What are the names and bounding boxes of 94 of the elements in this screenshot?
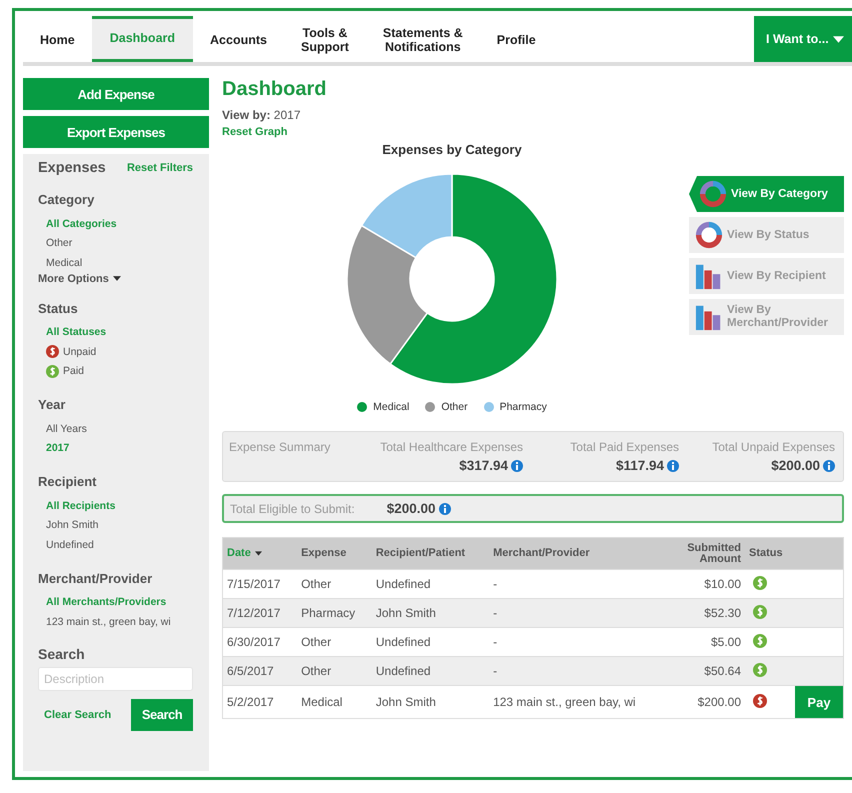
table-cell: $50.64 bbox=[670, 656, 745, 686]
column-header: Status bbox=[745, 538, 793, 570]
nav-tab[interactable]: Profile bbox=[480, 16, 553, 62]
column-header: Merchant/Provider bbox=[489, 538, 671, 570]
filter-option[interactable]: All Statuses bbox=[38, 322, 193, 342]
action-button[interactable]: Export Expenses bbox=[23, 116, 209, 148]
table-cell: 6/5/2017 bbox=[222, 656, 298, 686]
dollar-icon bbox=[753, 604, 767, 618]
legend-label: Pharmacy bbox=[500, 401, 547, 413]
info-icon[interactable] bbox=[511, 460, 523, 472]
bar-chart-icon bbox=[695, 303, 723, 331]
pay-button[interactable]: Pay bbox=[795, 686, 843, 718]
dollar-icon bbox=[46, 345, 59, 358]
column-header: Expense bbox=[297, 538, 372, 570]
table-cell: Pharmacy bbox=[297, 598, 372, 628]
filter-option[interactable]: All Years bbox=[38, 419, 193, 438]
clear-search-link[interactable]: Clear Search bbox=[44, 708, 112, 720]
more-options-link[interactable]: More Options bbox=[38, 272, 193, 284]
dollar-icon bbox=[753, 694, 767, 708]
sort-header[interactable]: Date bbox=[222, 538, 298, 570]
summary-label: Total Healthcare Expenses bbox=[380, 440, 523, 454]
chart-title: Expenses by Category bbox=[382, 142, 522, 157]
table-cell: John Smith bbox=[372, 686, 490, 718]
caret-icon bbox=[832, 36, 844, 42]
view-option[interactable]: View By Category bbox=[689, 176, 844, 212]
dollar-icon bbox=[46, 364, 59, 378]
dollar-icon bbox=[753, 634, 767, 648]
page-title: Dashboard bbox=[222, 78, 326, 101]
table-cell: - bbox=[489, 598, 671, 628]
view-by-text: View by: 2017 bbox=[222, 108, 300, 122]
info-icon[interactable] bbox=[438, 502, 451, 514]
table-cell: Other bbox=[297, 656, 372, 686]
info-icon[interactable] bbox=[667, 460, 679, 472]
filter-option[interactable]: Unpaid bbox=[38, 342, 193, 362]
table-cell: 5/2/2017 bbox=[222, 686, 298, 718]
column-header: Recipient/Patient bbox=[372, 538, 490, 570]
legend-label: Other bbox=[441, 401, 468, 413]
filter-option[interactable]: Undefined bbox=[38, 535, 193, 554]
filter-option[interactable]: John Smith bbox=[38, 516, 193, 535]
summary-title: Expense Summary bbox=[229, 440, 332, 456]
view-option[interactable]: View By Status bbox=[689, 217, 844, 253]
table-cell: $200.00 bbox=[670, 686, 745, 718]
table-cell: Undefined bbox=[372, 656, 490, 686]
donut-icon bbox=[699, 180, 727, 208]
filter-option[interactable]: 123 main st., green bay, wi bbox=[38, 612, 193, 632]
summary-label: Total Paid Expenses bbox=[570, 440, 679, 454]
info-icon[interactable] bbox=[823, 460, 835, 472]
summary-value: $200.00 bbox=[771, 458, 820, 473]
caret-icon bbox=[254, 551, 262, 556]
bar-chart-icon bbox=[695, 262, 723, 290]
summary-value: $317.94 bbox=[459, 458, 508, 473]
search-button[interactable]: Search bbox=[131, 698, 193, 730]
table-cell: 7/12/2017 bbox=[222, 598, 298, 628]
table-cell: John Smith bbox=[372, 598, 490, 628]
search-heading: Search bbox=[38, 646, 86, 662]
nav-tab[interactable]: Accounts bbox=[193, 16, 284, 62]
nav-tab[interactable]: Home bbox=[23, 16, 92, 62]
filter-option[interactable]: Medical bbox=[38, 253, 193, 272]
caret-icon bbox=[112, 276, 121, 281]
nav-tab[interactable]: Tools & Support bbox=[284, 16, 366, 62]
filter-option[interactable]: All Merchants/Providers bbox=[38, 592, 193, 612]
eligible-label: Total Eligible to Submit: bbox=[230, 502, 355, 516]
filter-heading: Category bbox=[38, 192, 96, 207]
reset-filters-link[interactable]: Reset Filters bbox=[126, 162, 193, 174]
eligible-value: $200.00 bbox=[386, 501, 436, 516]
view-option[interactable]: View By Merchant/Provider bbox=[689, 299, 844, 335]
dollar-icon bbox=[753, 662, 767, 676]
legend-label: Medical bbox=[373, 401, 410, 413]
nav-tab[interactable]: Dashboard bbox=[92, 16, 194, 62]
filter-option[interactable]: Paid bbox=[38, 362, 193, 381]
view-option[interactable]: View By Recipient bbox=[689, 258, 844, 294]
column-header: Submitted Amount bbox=[670, 538, 745, 570]
dollar-icon bbox=[753, 576, 767, 590]
filter-option[interactable]: All Categories bbox=[38, 214, 193, 234]
donut-icon bbox=[695, 221, 723, 249]
reset-graph-link[interactable]: Reset Graph bbox=[222, 126, 288, 138]
action-button[interactable]: Add Expense bbox=[23, 78, 209, 110]
filter-heading: Status bbox=[38, 300, 79, 316]
summary-label: Total Unpaid Expenses bbox=[712, 440, 835, 454]
filter-option[interactable]: All Recipients bbox=[38, 496, 193, 516]
table-cell: 123 main st., green bay, wi bbox=[489, 686, 671, 718]
filter-option[interactable]: Other bbox=[38, 234, 193, 253]
filter-heading: Merchant/Provider bbox=[38, 570, 154, 586]
table-cell: - bbox=[489, 656, 671, 686]
table-cell: $52.30 bbox=[670, 598, 745, 628]
panel-title: Expenses bbox=[38, 160, 106, 176]
i-want-to-button[interactable]: I Want to... bbox=[754, 16, 852, 62]
summary-value: $117.94 bbox=[616, 458, 664, 473]
nav-tab[interactable]: Statements & Notifications bbox=[366, 16, 480, 62]
filter-option[interactable]: 2017 bbox=[38, 438, 193, 458]
filter-heading: Year bbox=[38, 397, 66, 412]
table-cell: Medical bbox=[297, 686, 372, 718]
search-field[interactable]: Description bbox=[38, 666, 193, 690]
filter-heading: Recipient bbox=[38, 474, 98, 489]
